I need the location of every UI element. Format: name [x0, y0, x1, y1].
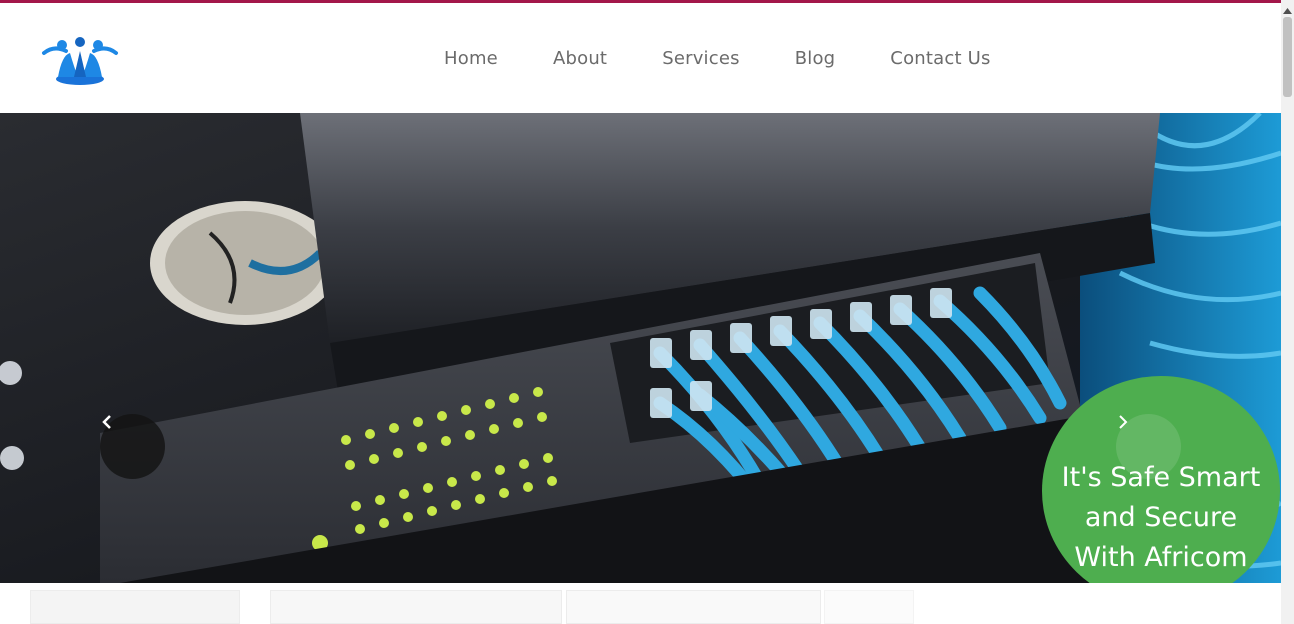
- feature-card: [566, 590, 821, 624]
- people-arch-logo-icon: [42, 37, 118, 85]
- chevron-right-icon: [1119, 415, 1128, 429]
- nav-blog[interactable]: Blog: [795, 48, 836, 69]
- site-header: Home About Services Blog Contact Us: [0, 3, 1281, 113]
- nav-about[interactable]: About: [553, 48, 607, 69]
- slider-next-button[interactable]: [1116, 414, 1181, 479]
- feature-card: [30, 590, 240, 624]
- scroll-up-arrow-icon: [1283, 7, 1292, 14]
- nav-contact-us[interactable]: Contact Us: [890, 48, 990, 69]
- hero-slider: It's Safe Smart and Secure With Africom: [0, 113, 1281, 583]
- nav-services[interactable]: Services: [662, 48, 740, 69]
- site-logo[interactable]: [40, 33, 122, 89]
- scroll-up-button[interactable]: [1281, 4, 1294, 17]
- chevron-left-icon: [102, 415, 111, 429]
- feature-card: [270, 590, 562, 624]
- slider-prev-button[interactable]: [100, 414, 165, 479]
- nav-home[interactable]: Home: [444, 48, 498, 69]
- scrollbar-thumb[interactable]: [1283, 17, 1292, 97]
- main-nav: Home About Services Blog Contact Us: [444, 48, 991, 69]
- feature-card: [824, 590, 914, 624]
